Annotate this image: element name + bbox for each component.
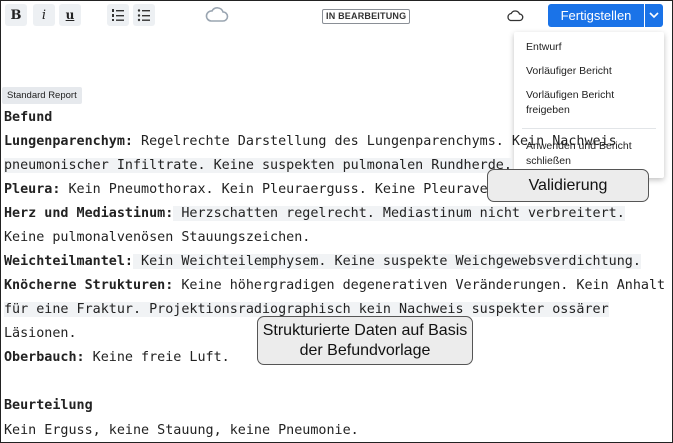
bold-button[interactable]: B bbox=[5, 4, 27, 26]
bullet-list-icon bbox=[137, 9, 150, 22]
menu-item-preliminary-report[interactable]: Vorläufiger Bericht bbox=[526, 64, 654, 79]
menu-divider bbox=[522, 128, 656, 129]
italic-button[interactable]: i bbox=[33, 4, 55, 26]
menu-item-release-preliminary-report[interactable]: Vorläufigen Bericht freigeben bbox=[526, 88, 654, 118]
report-line-lung-2: pneumonischer Infiltrate. Keine suspekte… bbox=[4, 158, 512, 173]
report-line-lung-1: Lungenparenchym: Regelrechte Darstellung… bbox=[4, 134, 617, 149]
findings-heading: Befund bbox=[4, 110, 53, 125]
menu-item-draft[interactable]: Entwurf bbox=[526, 40, 654, 55]
chevron-down-icon bbox=[649, 12, 659, 19]
cloud-icon bbox=[507, 10, 524, 22]
report-line-bone-3: Läsionen. bbox=[4, 326, 77, 341]
callout-structured-data: Strukturierte Daten auf Basis der Befund… bbox=[257, 316, 473, 365]
assessment-text: Kein Erguss, keine Stauung, keine Pneumo… bbox=[4, 423, 359, 438]
finish-options-menu: Entwurf Vorläufiger Bericht Vorläufigen … bbox=[514, 32, 664, 178]
underline-button[interactable]: u bbox=[59, 4, 81, 26]
finish-button[interactable]: Fertigstellen bbox=[548, 4, 644, 27]
report-line-pleura: Pleura: Kein Pneumothorax. Kein Pleuraer… bbox=[4, 182, 561, 197]
report-line-bone-1: Knöcherne Strukturen: Keine höhergradige… bbox=[4, 278, 666, 293]
template-tag: Standard Report bbox=[2, 87, 82, 104]
numbered-list-icon bbox=[112, 9, 124, 21]
cloud-sync-icon bbox=[205, 7, 229, 22]
report-line-soft-tissue: Weichteilmantel: Kein Weichteilemphysem.… bbox=[4, 254, 641, 269]
status-badge: IN BEARBEITUNG bbox=[322, 9, 411, 24]
report-line-abdomen: Oberbauch: Keine freie Luft. bbox=[4, 350, 230, 365]
report-line-heart-2: Keine pulmonalvenösen Stauungszeichen. bbox=[4, 230, 311, 245]
bullet-list-button[interactable] bbox=[133, 4, 155, 26]
numbered-list-button[interactable] bbox=[107, 4, 129, 26]
report-line-heart-1: Herz und Mediastinum: Herzschatten regel… bbox=[4, 206, 625, 221]
finish-dropdown-toggle[interactable] bbox=[645, 4, 663, 27]
editor-toolbar: B i u IN BEARBEITUNG Fertigstellen bbox=[0, 0, 673, 32]
callout-validation: Validierung bbox=[487, 169, 649, 202]
assessment-heading: Beurteilung bbox=[4, 398, 93, 413]
